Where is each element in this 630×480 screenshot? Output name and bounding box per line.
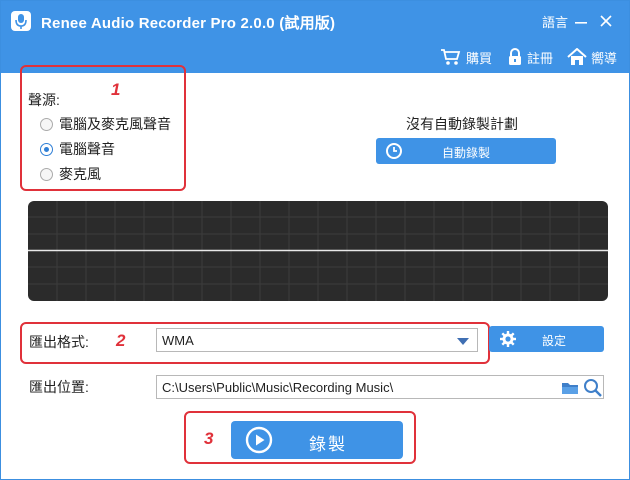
format-label: 匯出格式: [29, 334, 89, 350]
window-title: Renee Audio Recorder Pro 2.0.0 (試用版) [41, 15, 336, 32]
step-number-2: 2 [116, 331, 126, 350]
source-option-mic[interactable]: 麥克風 [40, 164, 101, 184]
app-window: Renee Audio Recorder Pro 2.0.0 (試用版) 語言 … [0, 0, 630, 480]
source-option-label: 電腦聲音 [59, 141, 115, 157]
title-bar: Renee Audio Recorder Pro 2.0.0 (試用版) 語言 [1, 1, 629, 41]
settings-label: 設定 [542, 334, 567, 348]
minimize-icon[interactable] [574, 13, 588, 29]
guide-button[interactable]: 嚮導 [567, 47, 617, 67]
source-option-computer-and-mic[interactable]: 電腦及麥克風聲音 [40, 114, 171, 134]
register-label: 註冊 [527, 50, 554, 66]
radio-button-checked[interactable] [40, 142, 53, 156]
waveform-display [28, 201, 608, 301]
guide-label: 嚮導 [591, 50, 618, 66]
output-path-field[interactable]: C:\Users\Public\Music\Recording Music\ [156, 375, 604, 399]
register-button[interactable]: 註冊 [507, 47, 553, 67]
close-icon[interactable] [599, 13, 613, 29]
folder-icon[interactable] [561, 380, 579, 396]
settings-button[interactable]: 設定 [489, 326, 604, 352]
gear-icon [500, 331, 516, 347]
source-option-computer[interactable]: 電腦聲音 [40, 139, 115, 159]
search-icon[interactable] [583, 378, 603, 398]
auto-record-button[interactable]: 自動錄製 [376, 138, 556, 164]
buy-button[interactable]: 購買 [440, 47, 492, 67]
dropdown-arrow-icon[interactable] [457, 338, 469, 345]
source-label: 聲源: [28, 92, 60, 108]
step-number-3: 3 [204, 429, 214, 448]
schedule-status: 沒有自動錄製計劃 [406, 116, 518, 132]
source-option-label: 電腦及麥克風聲音 [59, 116, 171, 132]
lock-icon [509, 48, 521, 65]
play-icon [245, 426, 273, 454]
format-select[interactable]: WMA [156, 328, 478, 352]
output-path-value: C:\Users\Public\Music\Recording Music\ [162, 380, 394, 395]
record-button[interactable]: 錄製 [231, 421, 403, 459]
cart-icon [441, 49, 461, 65]
buy-label: 購買 [466, 50, 493, 66]
home-icon [567, 48, 587, 65]
output-label: 匯出位置: [29, 379, 89, 395]
record-label: 錄製 [309, 435, 347, 454]
radio-button[interactable] [40, 117, 53, 131]
waveform-grid [28, 201, 608, 301]
format-selected-value: WMA [162, 333, 194, 348]
auto-record-label: 自動錄製 [441, 146, 490, 160]
microphone-logo-icon [11, 11, 31, 31]
step-number-1: 1 [111, 80, 121, 99]
language-menu[interactable]: 語言 [542, 12, 568, 31]
source-option-label: 麥克風 [59, 166, 101, 182]
radio-button[interactable] [40, 167, 53, 181]
